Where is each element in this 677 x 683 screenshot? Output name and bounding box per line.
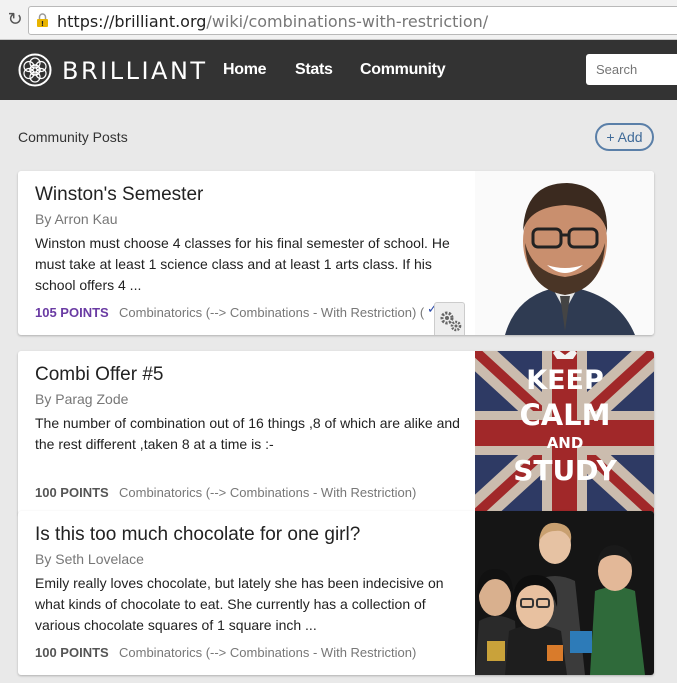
- post-author[interactable]: By Parag Zode: [35, 391, 128, 407]
- url-path: /wiki/combinations-with-restriction/: [206, 12, 489, 31]
- settings-gear-button[interactable]: [434, 302, 465, 335]
- poster-line: CALM: [519, 398, 610, 432]
- post-points: 105 POINTS: [35, 305, 109, 320]
- union-jack-poster: KEEP CALM AND STUDY: [475, 351, 654, 515]
- site-nav: BRILLIANT Home Stats Community: [0, 40, 677, 100]
- post-card[interactable]: Winston's Semester By Arron Kau Winston …: [18, 171, 654, 335]
- post-image-group-photo[interactable]: [475, 511, 654, 675]
- url-text: https://brilliant.org/wiki/combinations-…: [57, 12, 488, 31]
- post-points: 100 POINTS: [35, 485, 109, 500]
- post-points: 100 POINTS: [35, 645, 109, 660]
- search-input[interactable]: [586, 54, 677, 85]
- poster-line: AND: [547, 434, 584, 452]
- post-card[interactable]: Combi Offer #5 By Parag Zode The number …: [18, 351, 654, 515]
- poster-line: STUDY: [513, 454, 617, 487]
- post-image-keep-calm-poster[interactable]: KEEP CALM AND STUDY: [475, 351, 654, 515]
- post-excerpt: Winston must choose 4 classes for his fi…: [35, 235, 450, 293]
- post-topic[interactable]: Combinatorics (--> Combinations - With R…: [119, 305, 424, 320]
- url-field[interactable]: ! https://brilliant.org/wiki/combination…: [28, 6, 677, 35]
- reload-icon[interactable]: ↻: [4, 9, 26, 31]
- post-author[interactable]: By Seth Lovelace: [35, 551, 144, 567]
- post-title[interactable]: Is this too much chocolate for one girl?: [35, 524, 360, 546]
- post-topic[interactable]: Combinatorics (--> Combinations - With R…: [119, 485, 416, 500]
- nav-link-home[interactable]: Home: [223, 61, 267, 79]
- poster-line: KEEP: [526, 365, 604, 396]
- post-image-portrait[interactable]: [475, 171, 654, 335]
- lock-warning-icon: !: [37, 13, 48, 28]
- post-author[interactable]: By Arron Kau: [35, 211, 118, 227]
- post-title[interactable]: Winston's Semester: [35, 184, 203, 206]
- post-excerpt: Emily really loves chocolate, but lately…: [35, 575, 444, 633]
- logo-text[interactable]: BRILLIANT: [62, 57, 208, 85]
- brilliant-logo-icon[interactable]: [18, 53, 52, 87]
- group-photo: [475, 511, 654, 675]
- post-excerpt: The number of combination out of 16 thin…: [35, 415, 460, 452]
- gear-icon: [440, 311, 462, 332]
- browser-address-bar: ↻ ! https://brilliant.org/wiki/combinati…: [0, 0, 677, 40]
- post-title[interactable]: Combi Offer #5: [35, 364, 163, 386]
- nav-link-stats[interactable]: Stats: [295, 61, 333, 79]
- portrait-photo: [475, 171, 654, 335]
- section-title: Community Posts: [18, 129, 128, 145]
- post-card[interactable]: Is this too much chocolate for one girl?…: [18, 511, 654, 675]
- add-post-button[interactable]: + Add: [595, 123, 654, 151]
- svg-text:!: !: [41, 20, 44, 28]
- url-host: https://brilliant.org: [57, 12, 207, 31]
- post-topic[interactable]: Combinatorics (--> Combinations - With R…: [119, 645, 416, 660]
- nav-link-community[interactable]: Community: [360, 61, 446, 79]
